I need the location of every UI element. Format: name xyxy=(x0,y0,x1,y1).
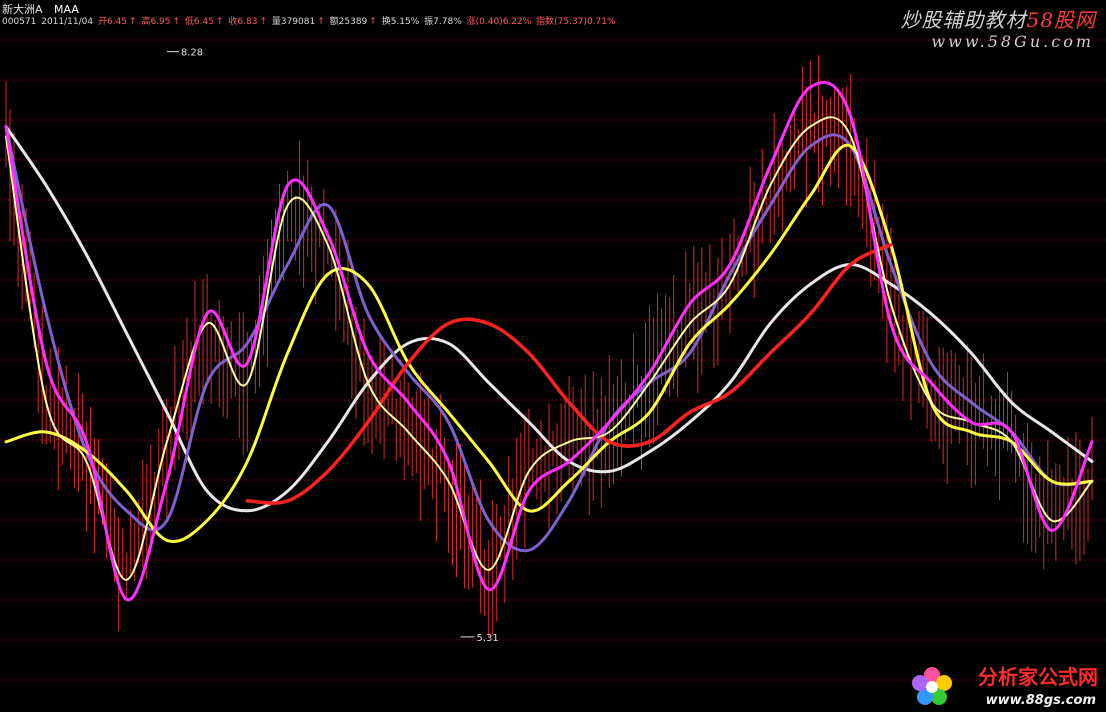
price-chart: 8.28 5.31 xyxy=(0,39,1106,681)
quote-line: 000571 2011/11/04 开6.45 ↑ 高6.95 ↑ 低6.45 ↑ 收… xyxy=(2,14,618,27)
watermark-title: 炒股辅助教材58股网 xyxy=(901,4,1096,33)
index-change: 指数(75.37)0.71% xyxy=(536,17,616,27)
close-price: 收6.83 xyxy=(228,17,258,27)
watermark-title-text: 炒股辅助教材 xyxy=(900,8,1027,32)
up-arrow-icon: ↑ xyxy=(172,17,181,27)
low-price: 低6.45 xyxy=(184,17,214,27)
watermark-title-accent: 58股网 xyxy=(1026,8,1096,32)
volume: 量379081 xyxy=(271,17,316,27)
up-arrow-icon: ↑ xyxy=(129,17,137,27)
open-price: 开6.45 xyxy=(97,17,128,27)
up-arrow-icon: ↑ xyxy=(259,17,267,27)
watermark-url: www.58Gu.com xyxy=(931,32,1094,51)
brand-watermark-url: www.88gs.com xyxy=(985,693,1096,708)
brand-watermark: 分析家公式网 xyxy=(978,665,1098,689)
stock-code: 000571 xyxy=(2,17,37,27)
price-change: 涨(0.40)6.22% xyxy=(466,17,532,27)
up-arrow-icon: ↑ xyxy=(369,17,377,27)
amount: 额25389 xyxy=(329,17,368,27)
turnover: 换5.15% xyxy=(381,17,420,27)
up-arrow-icon: ↑ xyxy=(215,17,224,27)
max-price-label: 8.28 xyxy=(181,48,203,59)
quote-date: 2011/11/04 xyxy=(41,17,94,27)
flower-logo-icon xyxy=(912,667,952,705)
high-price: 高6.95 xyxy=(141,17,171,27)
min-price-label: 5.31 xyxy=(477,633,499,644)
up-arrow-icon: ↑ xyxy=(317,17,325,27)
amplitude: 振7.78% xyxy=(424,17,462,27)
